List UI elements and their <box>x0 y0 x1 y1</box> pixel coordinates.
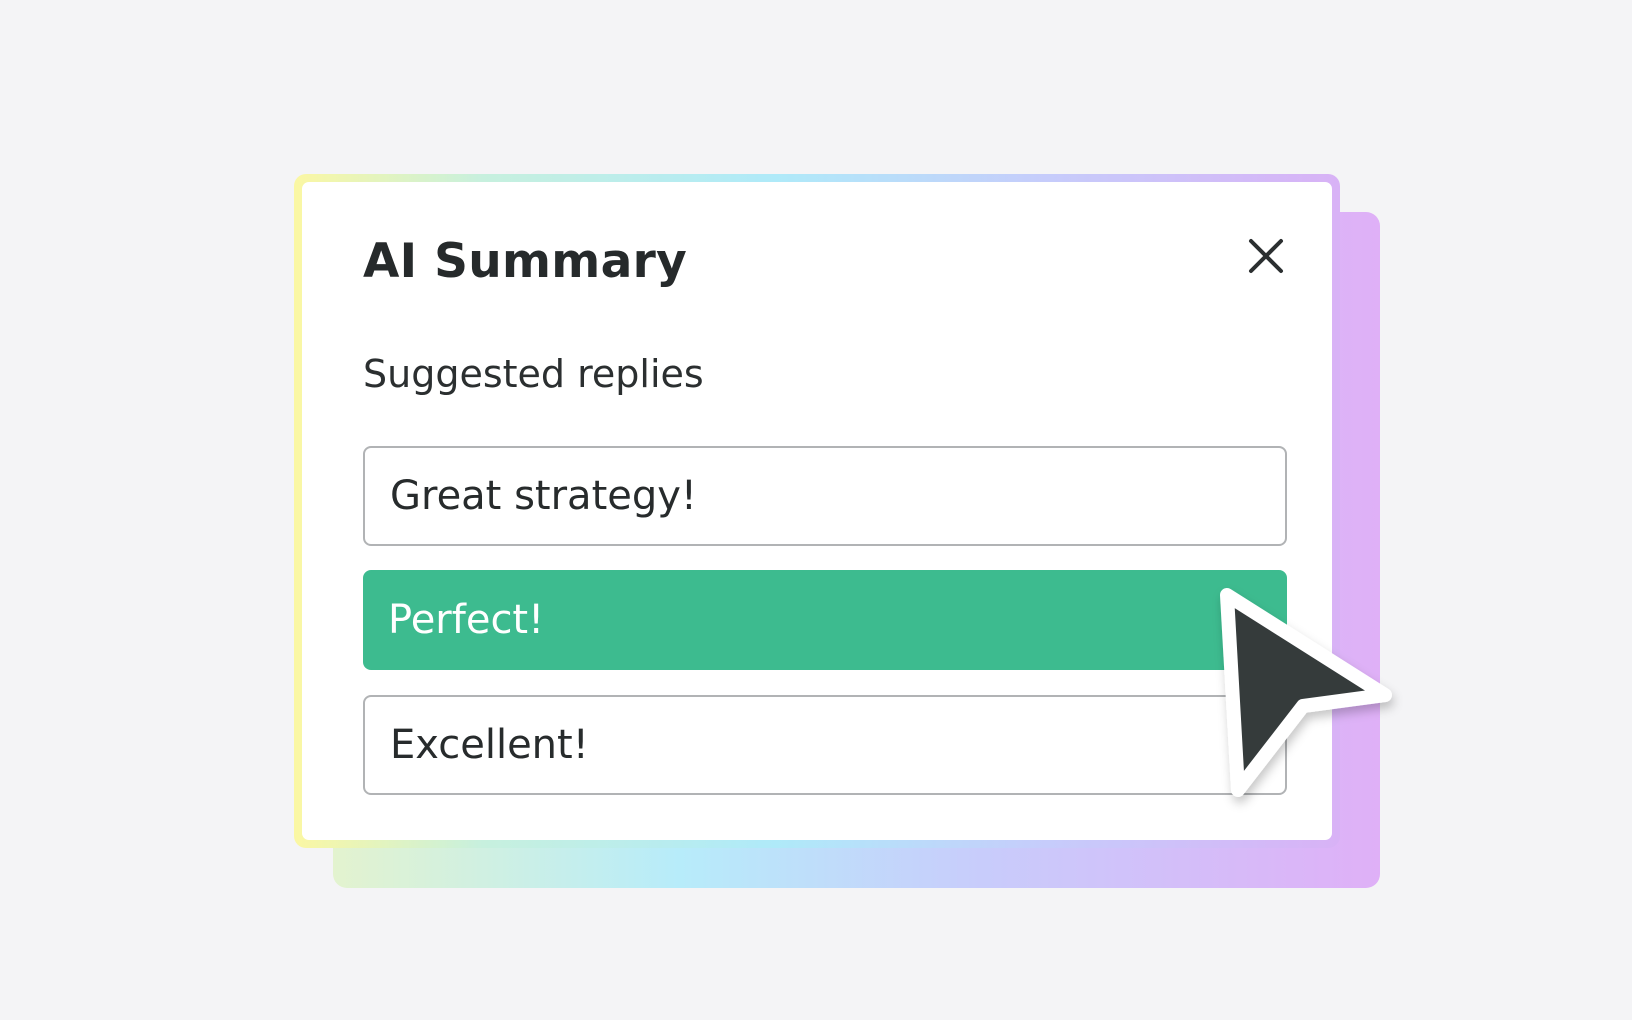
reply-option-great-strategy[interactable]: Great strategy! <box>363 446 1287 546</box>
reply-option-perfect[interactable]: Perfect! <box>363 570 1287 670</box>
reply-option-excellent[interactable]: Excellent! <box>363 695 1287 795</box>
ai-summary-panel-frame: AI Summary Suggested replies Great strat… <box>294 174 1340 848</box>
panel-title: AI Summary <box>363 234 688 289</box>
reply-option-label: Perfect! <box>388 597 545 643</box>
mouse-pointer-icon <box>1220 588 1392 797</box>
close-button[interactable] <box>1244 234 1288 278</box>
reply-option-label: Great strategy! <box>390 473 697 519</box>
suggested-replies-heading: Suggested replies <box>363 352 704 396</box>
reply-option-label: Excellent! <box>390 722 589 768</box>
close-icon <box>1249 239 1283 273</box>
ai-summary-panel: AI Summary Suggested replies Great strat… <box>302 182 1332 840</box>
